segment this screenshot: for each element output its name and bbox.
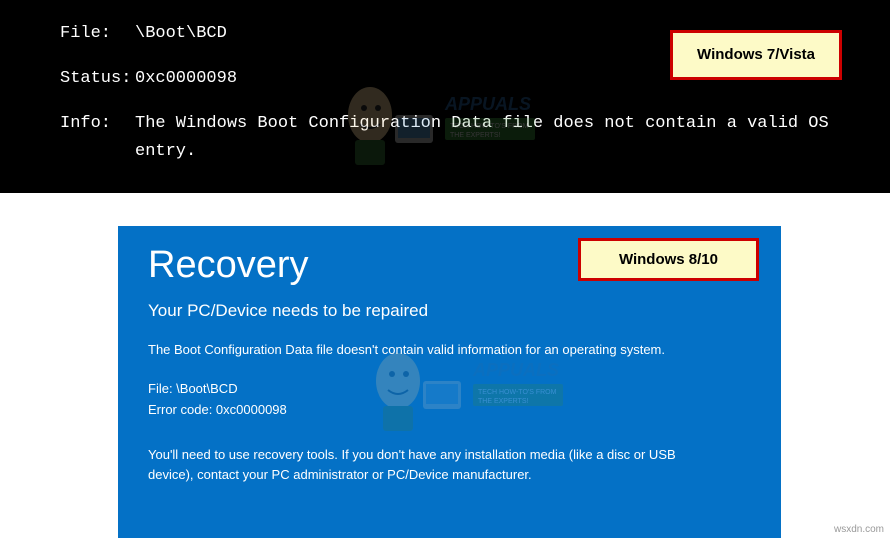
file-label: File: xyxy=(60,20,135,47)
recovery-subtitle: Your PC/Device needs to be repaired xyxy=(148,301,751,321)
recovery-file-line: File: \Boot\BCD xyxy=(148,381,751,396)
svg-text:APPUALS: APPUALS xyxy=(472,360,559,380)
recovery-description: The Boot Configuration Data file doesn't… xyxy=(148,341,751,359)
status-label: Status: xyxy=(60,65,135,92)
info-row: Info: The Windows Boot Configuration Dat… xyxy=(60,110,890,164)
win8-10-label: Windows 8/10 xyxy=(578,238,759,281)
blue-container: Recovery Your PC/Device needs to be repa… xyxy=(0,193,890,538)
win7-error-screen: File: \Boot\BCD Status: 0xc0000098 Info:… xyxy=(0,0,890,193)
os-label-text: Windows 7/Vista xyxy=(697,46,815,63)
info-value: The Windows Boot Configuration Data file… xyxy=(135,110,890,164)
info-label: Info: xyxy=(60,110,135,164)
recovery-error-line: Error code: 0xc0000098 xyxy=(148,402,751,417)
attribution-text: wsxdn.com xyxy=(834,524,884,535)
file-value: \Boot\BCD xyxy=(135,20,227,47)
win8-recovery-screen: Recovery Your PC/Device needs to be repa… xyxy=(118,226,781,538)
os-label-text-2: Windows 8/10 xyxy=(619,251,718,268)
recovery-instructions: You'll need to use recovery tools. If yo… xyxy=(148,445,688,484)
status-value: 0xc0000098 xyxy=(135,65,237,92)
win7-vista-label: Windows 7/Vista xyxy=(670,30,842,80)
